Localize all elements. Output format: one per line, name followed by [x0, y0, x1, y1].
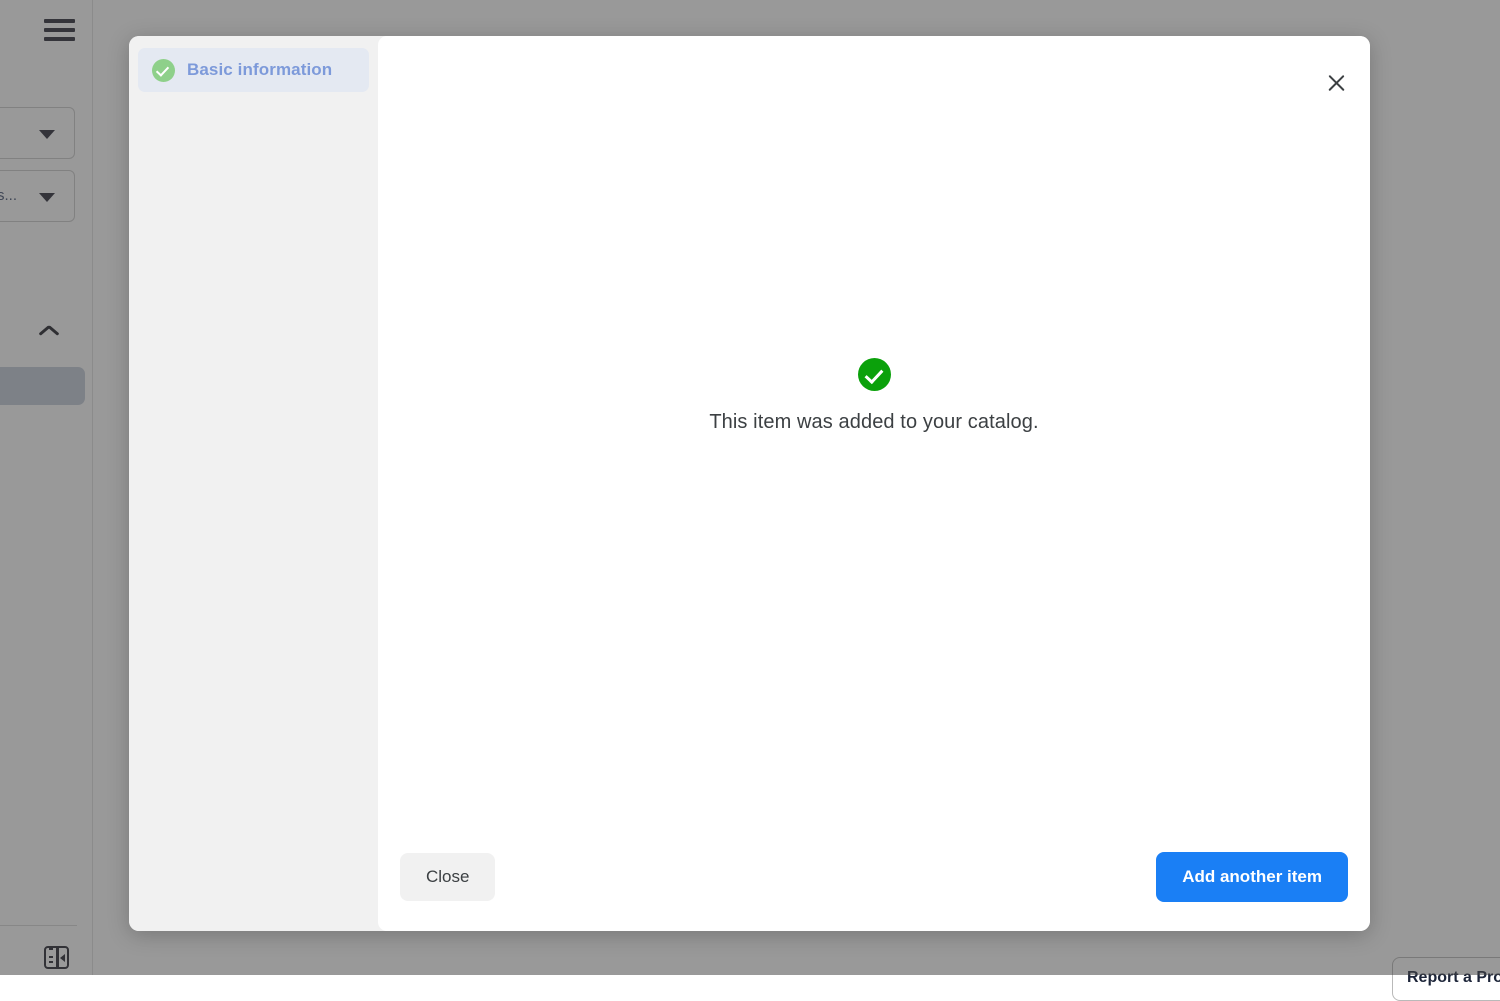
modal-body: This item was added to your catalog.: [378, 36, 1370, 823]
modal-footer: Close Add another item: [378, 823, 1370, 931]
modal-content-panel: This item was added to your catalog. Clo…: [378, 36, 1370, 931]
sidebar-item-basic-information[interactable]: Basic information: [138, 48, 369, 92]
close-button[interactable]: Close: [400, 853, 495, 901]
modal-step-sidebar: Basic information: [129, 36, 378, 931]
close-x-icon[interactable]: [1316, 63, 1356, 103]
add-item-modal-dialog: Basic information This item was added to…: [129, 36, 1370, 931]
sidebar-item-label: Basic information: [187, 60, 332, 80]
success-message-text: This item was added to your catalog.: [709, 411, 1038, 434]
add-another-item-button[interactable]: Add another item: [1156, 852, 1348, 902]
success-check-circle-icon: [858, 358, 891, 391]
check-circle-icon: [152, 59, 175, 82]
